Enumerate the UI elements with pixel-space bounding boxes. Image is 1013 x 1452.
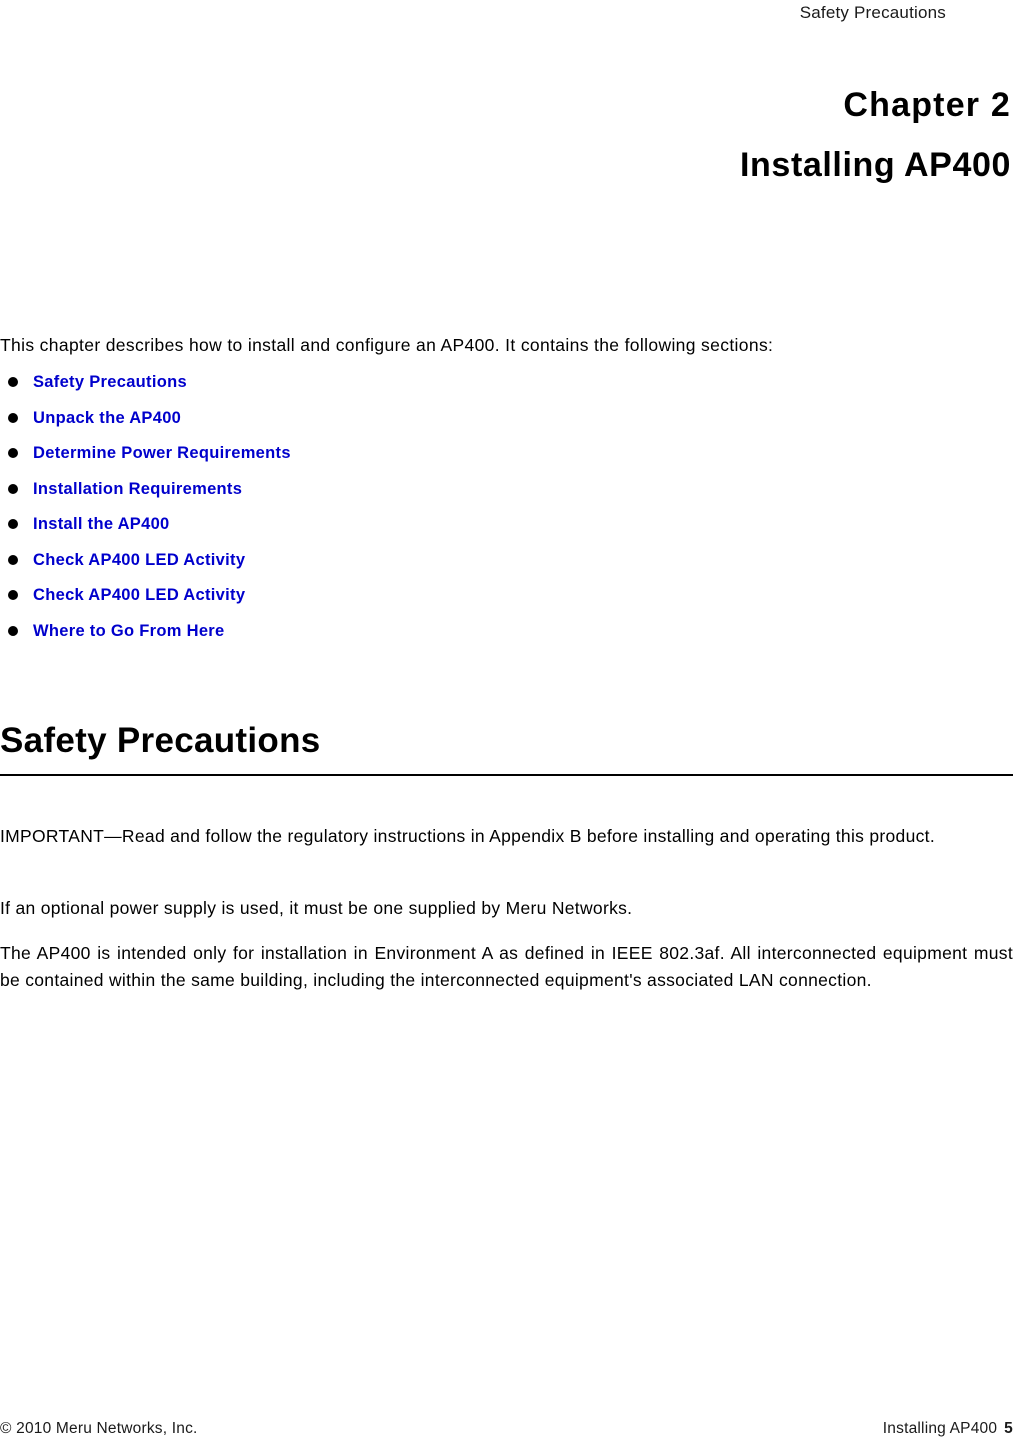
bullet-icon: [8, 554, 18, 565]
bullet-icon: [8, 625, 18, 636]
list-item[interactable]: Check AP400 LED Activity: [0, 584, 700, 620]
body-paragraph-important: IMPORTANT—Read and follow the regulatory…: [0, 826, 935, 846]
document-page: Safety Precautions Chapter 2 Installing …: [0, 0, 1013, 1452]
footer-copyright: © 2010 Meru Networks, Inc.: [0, 1420, 198, 1437]
section-link-check-ap400-led-activity-2[interactable]: Check AP400 LED Activity: [33, 584, 245, 606]
footer-document-info: Installing AP400 5: [883, 1418, 1013, 1440]
body-paragraph-environment-a: The AP400 is intended only for installat…: [0, 943, 1013, 990]
bullet-icon: [8, 519, 18, 529]
list-item[interactable]: Unpack the AP400: [0, 407, 700, 443]
chapter-title-block: Chapter 2 Installing AP400: [0, 84, 1011, 186]
footer-document-title: Installing AP400: [882, 1420, 998, 1437]
section-link-installation-requirements[interactable]: Installation Requirements: [33, 478, 242, 500]
list-item[interactable]: Check AP400 LED Activity: [0, 549, 700, 585]
section-link-where-to-go-from-here[interactable]: Where to Go From Here: [33, 620, 225, 642]
section-link-unpack-the-ap400[interactable]: Unpack the AP400: [33, 407, 181, 429]
section-link-check-ap400-led-activity-1[interactable]: Check AP400 LED Activity: [33, 549, 245, 571]
intro-paragraph: This chapter describes how to install an…: [0, 335, 774, 355]
bullet-icon: [8, 412, 18, 423]
list-item[interactable]: Installation Requirements: [0, 478, 700, 514]
section-link-list: Safety Precautions Unpack the AP400 Dete…: [0, 371, 700, 655]
section-link-install-the-ap400[interactable]: Install the AP400: [33, 513, 170, 535]
list-item[interactable]: Determine Power Requirements: [0, 442, 700, 478]
running-header: Safety Precautions: [799, 3, 946, 22]
list-item[interactable]: Safety Precautions: [0, 371, 700, 407]
list-item[interactable]: Where to Go From Here: [0, 620, 700, 656]
bullet-icon: [8, 377, 18, 387]
list-item[interactable]: Install the AP400: [0, 513, 700, 549]
body-paragraph-power-supply: If an optional power supply is used, it …: [0, 898, 633, 918]
section-heading-safety-precautions: Safety Precautions: [0, 721, 321, 760]
section-link-safety-precautions[interactable]: Safety Precautions: [33, 371, 187, 393]
page-footer: © 2010 Meru Networks, Inc. Installing AP…: [0, 1418, 1013, 1442]
chapter-number: Chapter 2: [843, 86, 1011, 124]
footer-page-number: 5: [1004, 1420, 1013, 1437]
bullet-icon: [8, 483, 18, 494]
section-heading-rule: [0, 774, 1013, 776]
section-link-determine-power-requirements[interactable]: Determine Power Requirements: [33, 442, 291, 464]
bullet-icon: [8, 448, 18, 458]
bullet-icon: [8, 590, 18, 600]
chapter-title: Installing AP400: [740, 146, 1011, 184]
